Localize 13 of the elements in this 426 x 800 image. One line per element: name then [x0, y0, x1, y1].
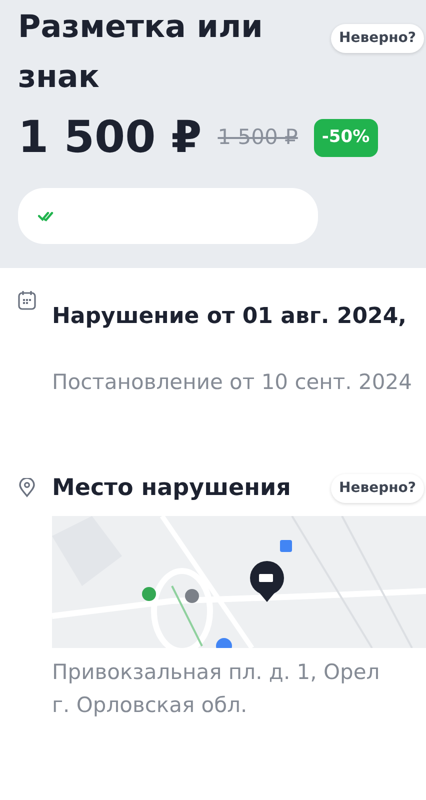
- section-title: Место нарушения: [52, 474, 291, 503]
- old-price: 1 500 ₽: [218, 124, 298, 152]
- double-check-icon: [38, 210, 56, 222]
- decision-date: Постановление от 10 сент. 2024: [52, 369, 413, 396]
- wrong-button[interactable]: Неверно?: [331, 24, 424, 53]
- discount-badge: -50%: [314, 119, 378, 157]
- violation-date: Нарушение от 01 авг. 2024,: [52, 303, 408, 331]
- calendar-icon: [18, 290, 36, 310]
- fine-amount: 1 500 ₽: [18, 116, 202, 160]
- address: Привокзальная пл. д. 1, Орел г. Орловская обл.: [52, 658, 381, 718]
- page-title: Разметка или знак: [18, 8, 264, 97]
- wrong-button[interactable]: Неверно?: [331, 474, 424, 503]
- location-pin-icon: [18, 478, 36, 498]
